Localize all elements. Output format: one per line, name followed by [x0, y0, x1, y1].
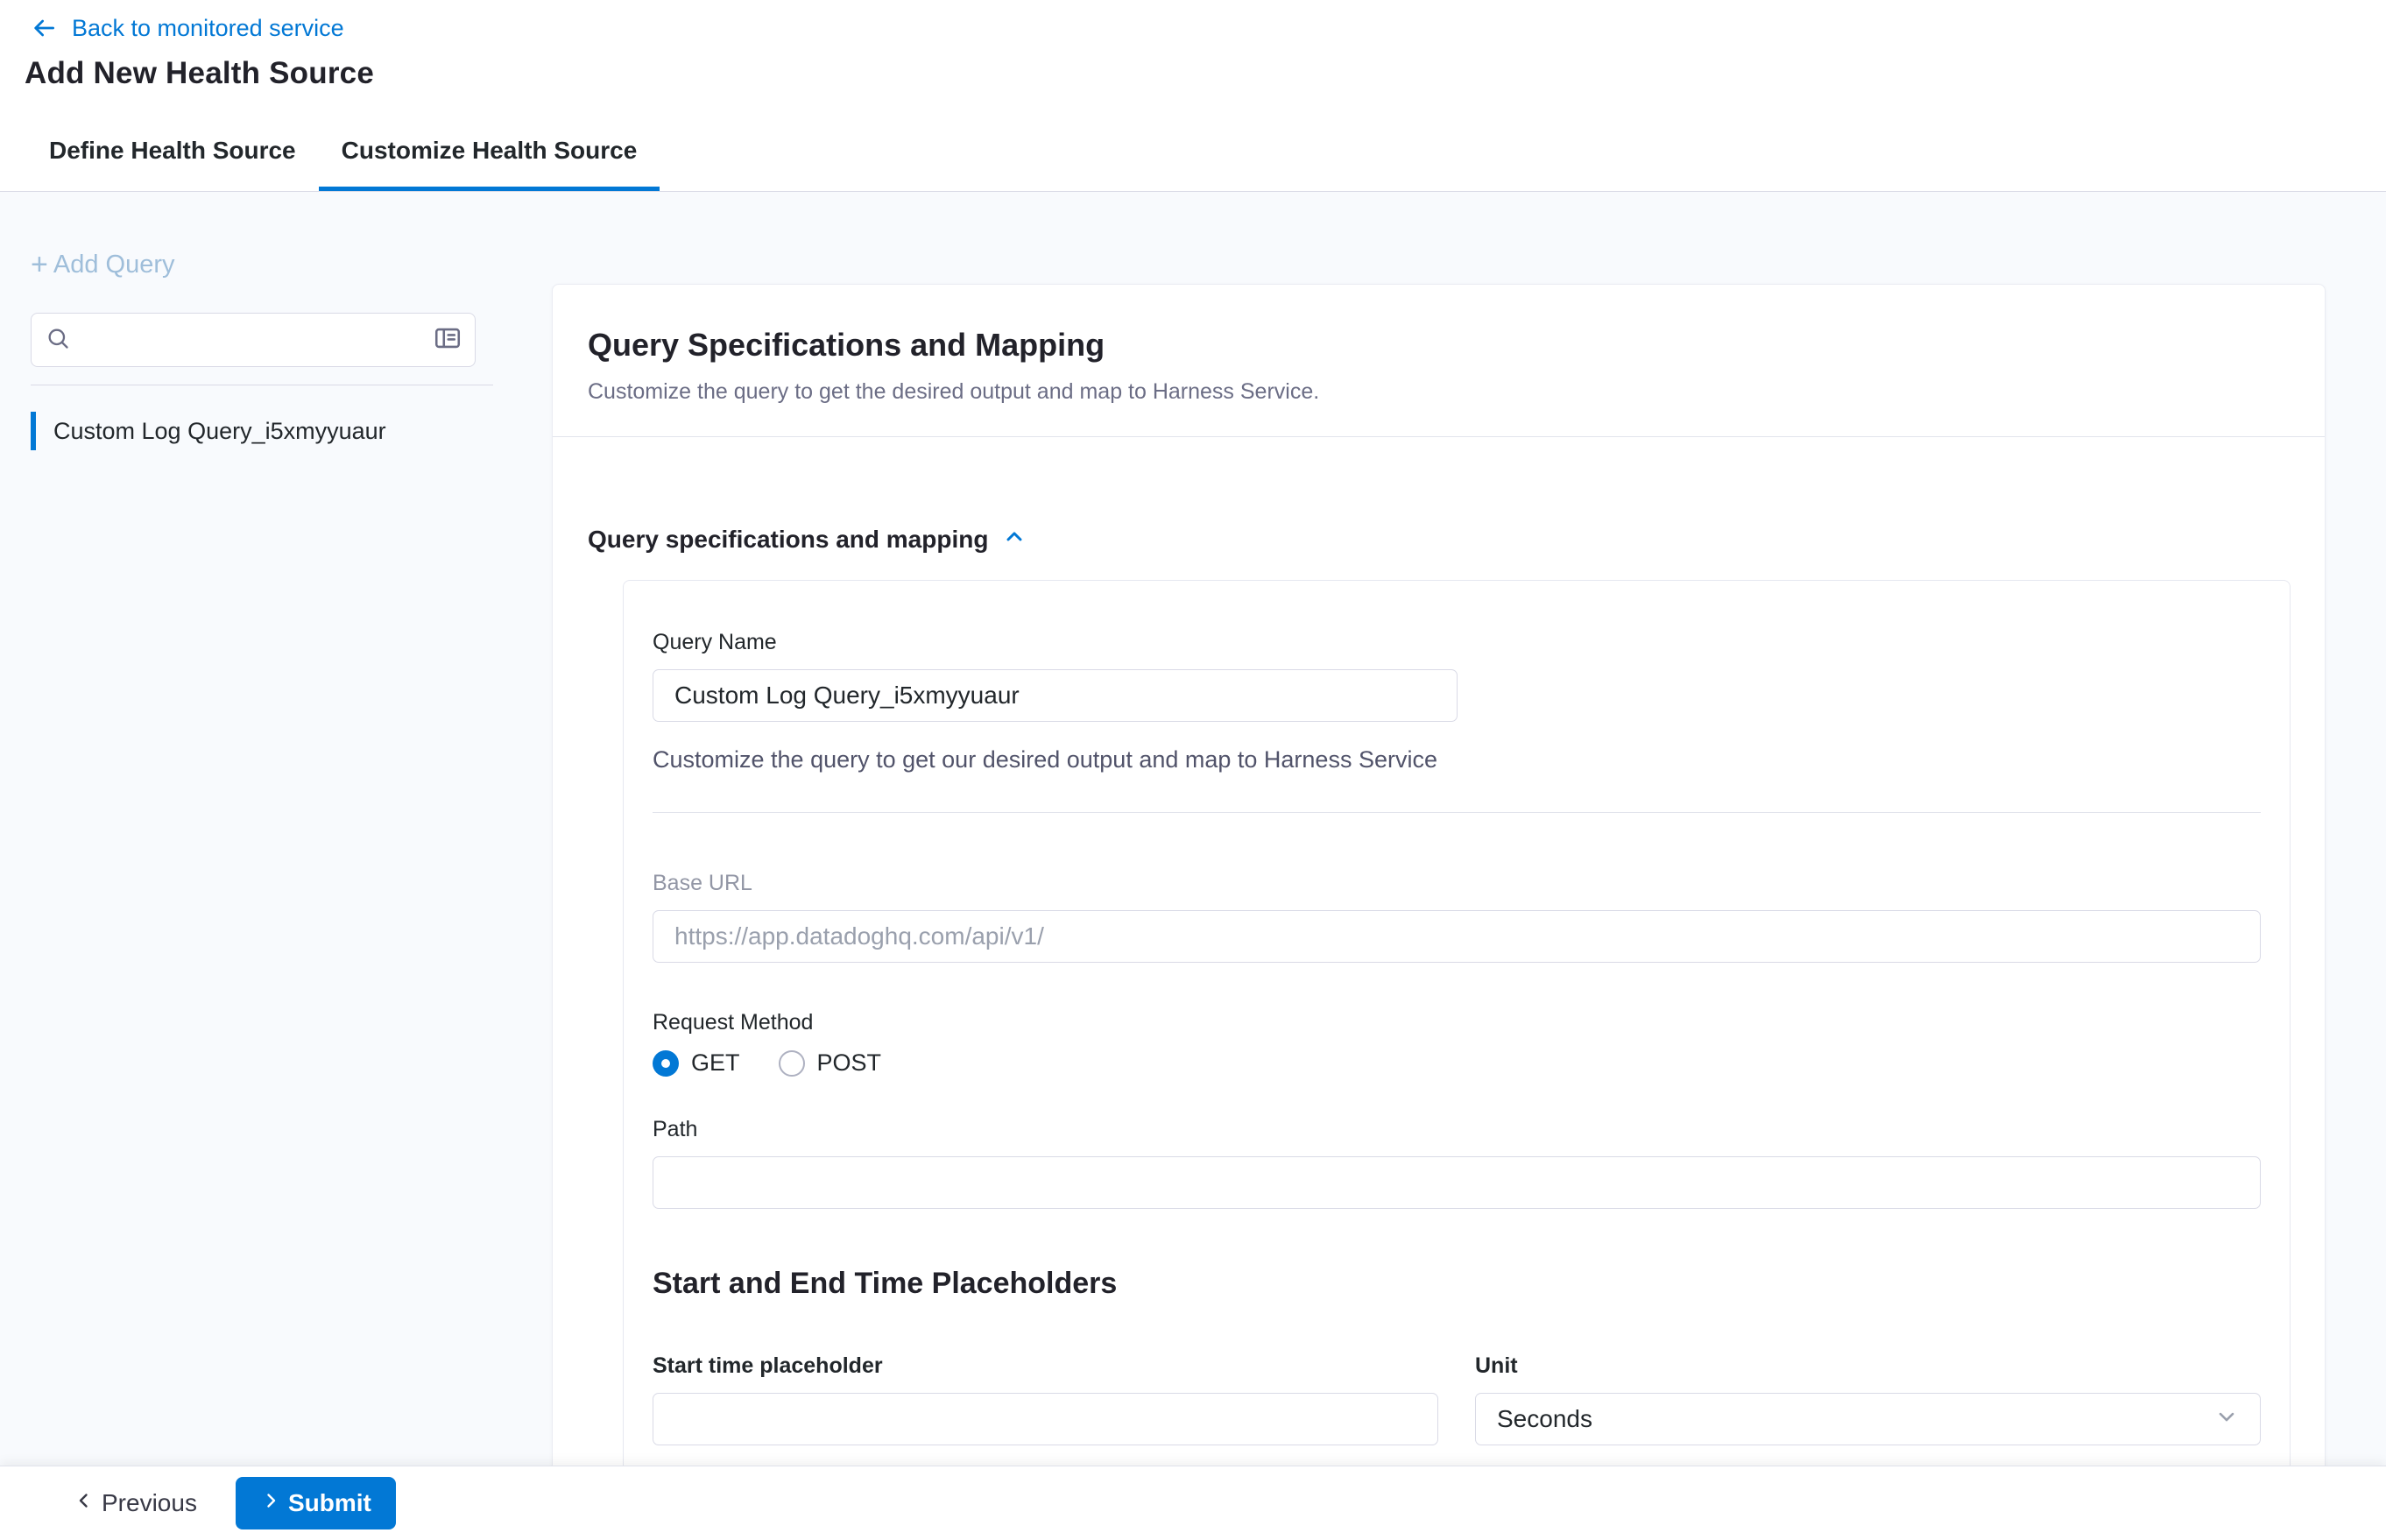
list-view-toggle-icon[interactable]	[433, 323, 462, 357]
start-time-label: Start time placeholder	[653, 1353, 1438, 1379]
base-url-label: Base URL	[653, 871, 2261, 896]
section-toggle-query-specifications[interactable]: Query specifications and mapping	[588, 525, 1027, 554]
section-title: Query specifications and mapping	[588, 526, 988, 554]
query-item-label: Custom Log Query_i5xmyyuaur	[53, 418, 386, 445]
base-url-input	[653, 910, 2261, 963]
tab-define-health-source[interactable]: Define Health Source	[26, 115, 319, 191]
query-sidebar: + Add Query Custom Log Query_i5xmyyuaur	[0, 192, 552, 1540]
request-method-options: GET POST	[653, 1049, 2261, 1077]
back-link-label: Back to monitored service	[72, 15, 344, 42]
unit-select[interactable]: Seconds	[1475, 1393, 2261, 1445]
query-mapping-panel: Query Specifications and Mapping Customi…	[552, 284, 2326, 1540]
request-method-label: Request Method	[653, 1010, 2261, 1035]
radio-get-control	[653, 1050, 679, 1077]
previous-button-label: Previous	[102, 1489, 197, 1517]
arrow-left-icon	[30, 14, 58, 42]
content-area: + Add Query Custom Log Query_i5xmyyuaur …	[0, 192, 2386, 1540]
unit-select-value: Seconds	[1497, 1405, 1592, 1433]
search-icon	[46, 326, 70, 355]
query-helper-text: Customize the query to get our desired o…	[653, 746, 2261, 774]
page: Back to monitored service Add New Health…	[0, 0, 2386, 1540]
path-input[interactable]	[653, 1156, 2261, 1209]
path-label: Path	[653, 1117, 2261, 1142]
query-search-box	[31, 313, 476, 367]
chevron-left-icon	[74, 1489, 95, 1517]
query-search-input[interactable]	[81, 327, 433, 354]
tab-bar: Define Health Source Customize Health So…	[0, 115, 2386, 192]
previous-button[interactable]: Previous	[74, 1489, 197, 1517]
unit-label: Unit	[1475, 1353, 2261, 1379]
add-query-label: Add Query	[53, 251, 175, 279]
tab-customize-health-source[interactable]: Customize Health Source	[319, 115, 660, 191]
time-placeholders-heading: Start and End Time Placeholders	[653, 1267, 2261, 1301]
start-time-input[interactable]	[653, 1393, 1438, 1445]
query-form-card: Query Name Customize the query to get ou…	[623, 580, 2291, 1540]
chevron-down-icon	[2214, 1404, 2239, 1435]
wizard-footer: Previous Submit	[0, 1466, 2386, 1540]
panel-title: Query Specifications and Mapping	[588, 327, 2288, 364]
back-link[interactable]: Back to monitored service	[25, 14, 2386, 42]
radio-post-label: POST	[817, 1049, 882, 1077]
radio-post-control	[779, 1050, 805, 1077]
submit-button[interactable]: Submit	[236, 1477, 396, 1529]
submit-button-label: Submit	[288, 1489, 371, 1517]
query-list-item[interactable]: Custom Log Query_i5xmyyuaur	[31, 412, 486, 450]
panel-header: Query Specifications and Mapping Customi…	[553, 285, 2325, 437]
panel-subtitle: Customize the query to get the desired o…	[588, 379, 2288, 436]
add-query-button[interactable]: + Add Query	[31, 250, 175, 279]
plus-icon: +	[31, 250, 48, 279]
query-name-label: Query Name	[653, 630, 2261, 655]
top-header: Back to monitored service Add New Health…	[0, 0, 2386, 115]
panel-body: Query specifications and mapping Query N…	[553, 437, 2325, 1540]
page-title: Add New Health Source	[25, 56, 2386, 91]
form-divider	[653, 812, 2261, 813]
chevron-up-icon	[1002, 525, 1027, 554]
radio-option-post[interactable]: POST	[779, 1049, 882, 1077]
chevron-right-icon	[260, 1489, 281, 1517]
radio-get-label: GET	[691, 1049, 740, 1077]
radio-option-get[interactable]: GET	[653, 1049, 740, 1077]
query-name-input[interactable]	[653, 669, 1458, 722]
